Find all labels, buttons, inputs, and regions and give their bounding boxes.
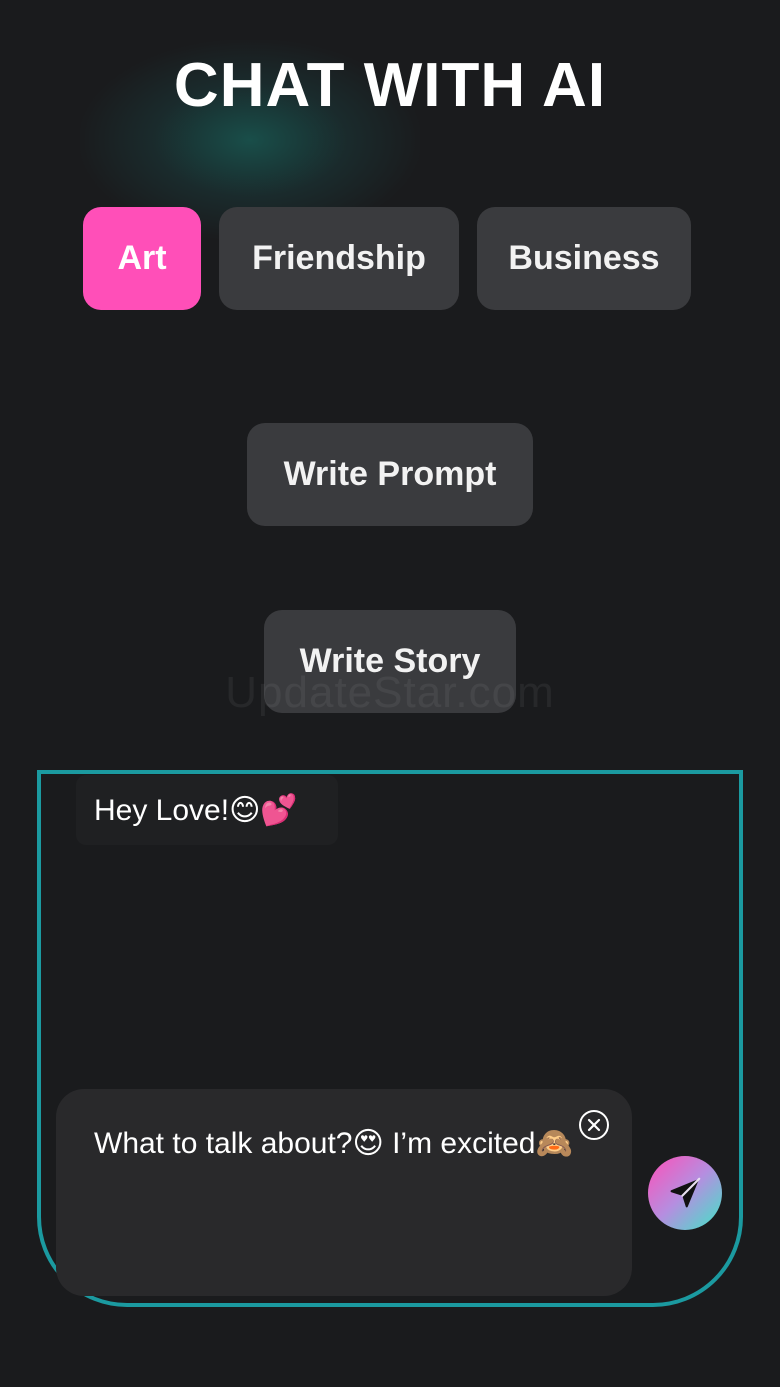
send-button[interactable] xyxy=(648,1156,722,1230)
category-chip-business[interactable]: Business xyxy=(477,207,691,310)
category-chip-art[interactable]: Art xyxy=(83,207,201,310)
message-input[interactable]: What to talk about?😍 I’m excited🙈 xyxy=(94,1122,614,1166)
chat-screen: CHAT WITH AI Art Friendship Business Wri… xyxy=(0,0,780,1387)
paper-plane-icon xyxy=(670,1177,701,1208)
ai-message-bubble: Hey Love!😊💕 xyxy=(76,775,338,845)
close-circle-icon[interactable] xyxy=(579,1110,609,1140)
category-chip-friendship[interactable]: Friendship xyxy=(219,207,459,310)
ai-message-text: Hey Love!😊💕 xyxy=(94,793,298,827)
message-input-box[interactable] xyxy=(56,1089,632,1296)
watermark: UpdateStar.com xyxy=(225,668,555,717)
page-title: CHAT WITH AI xyxy=(173,51,607,120)
write-prompt-button[interactable]: Write Prompt xyxy=(247,423,533,526)
clear-x-glyph xyxy=(587,1118,601,1132)
